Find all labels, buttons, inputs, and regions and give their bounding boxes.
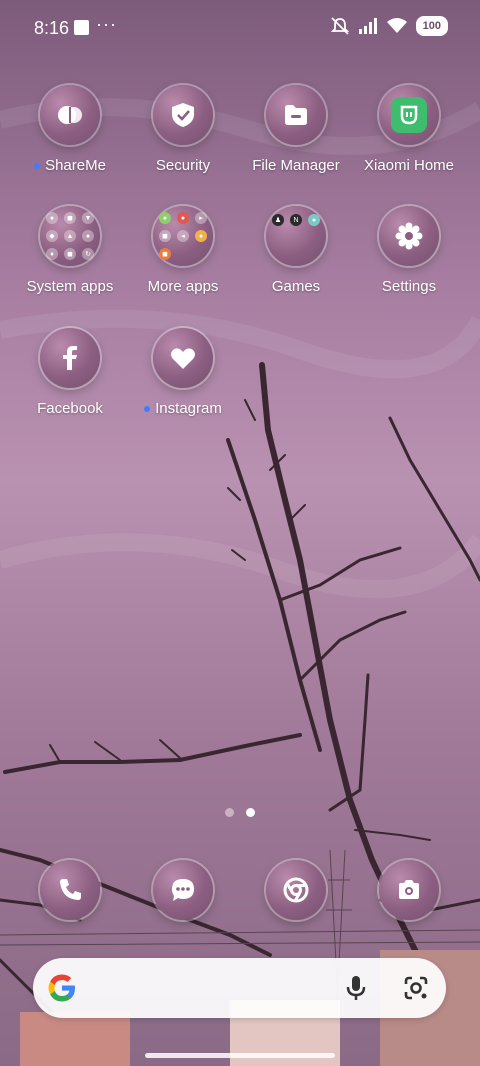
dock-messages[interactable] bbox=[153, 860, 213, 920]
signal-icon bbox=[358, 18, 377, 34]
status-icons: 100 bbox=[330, 16, 448, 36]
microphone-icon[interactable] bbox=[343, 974, 369, 1002]
status-time: 8:16 bbox=[34, 18, 70, 38]
dock-chrome[interactable] bbox=[266, 860, 326, 920]
phone-icon bbox=[60, 879, 81, 900]
folder-grid-icon: ● ● ▸ ◼ ◂ ● ◼ bbox=[153, 206, 213, 266]
app-xiaomi-home[interactable]: Xiaomi Home bbox=[353, 85, 465, 174]
google-lens-icon[interactable] bbox=[403, 975, 429, 1001]
app-instagram[interactable]: Instagram bbox=[127, 328, 239, 417]
app-label: Facebook bbox=[37, 400, 103, 417]
app-security[interactable]: Security bbox=[127, 85, 239, 174]
dock-camera[interactable] bbox=[379, 860, 439, 920]
app-facebook[interactable]: Facebook bbox=[14, 328, 126, 417]
gesture-navigation-bar[interactable] bbox=[145, 1053, 335, 1058]
shareme-icon bbox=[40, 85, 100, 145]
app-label: File Manager bbox=[252, 157, 340, 174]
shield-icon bbox=[153, 85, 213, 145]
folder-games[interactable]: ♟ N ● Games bbox=[240, 206, 352, 295]
page-dot-1[interactable] bbox=[225, 808, 234, 817]
app-label: Games bbox=[271, 278, 321, 295]
page-indicator[interactable] bbox=[0, 808, 480, 817]
wifi-icon bbox=[386, 18, 407, 33]
app-settings[interactable]: Settings bbox=[353, 206, 465, 295]
folder-system-apps[interactable]: ● ◼ ▼ ◆ ▲ ● ♦ ◼ ↻ System apps bbox=[14, 206, 126, 295]
app-label: Security bbox=[155, 157, 211, 174]
heart-icon bbox=[153, 328, 213, 388]
folder-grid-icon: ♟ N ● bbox=[266, 206, 326, 266]
facebook-icon bbox=[40, 328, 100, 388]
xiaomi-home-icon bbox=[379, 85, 439, 145]
page-dot-2[interactable] bbox=[246, 808, 255, 817]
notification-icon bbox=[74, 20, 89, 35]
app-label: Instagram bbox=[127, 400, 239, 417]
app-file-manager[interactable]: File Manager bbox=[240, 85, 352, 174]
chrome-icon bbox=[283, 877, 309, 903]
folder-icon bbox=[266, 85, 326, 145]
messages-icon bbox=[172, 879, 194, 901]
dock-phone[interactable] bbox=[40, 860, 100, 920]
folder-more-apps[interactable]: ● ● ▸ ◼ ◂ ● ◼ More apps bbox=[127, 206, 239, 295]
app-label: Xiaomi Home bbox=[363, 157, 455, 174]
battery-indicator: 100 bbox=[415, 16, 448, 36]
status-bar: 8:16 ··· 100 bbox=[0, 0, 480, 56]
app-label: ShareMe bbox=[14, 157, 126, 174]
silent-icon bbox=[330, 17, 349, 35]
more-notifications-icon: ··· bbox=[96, 14, 117, 34]
app-shareme[interactable]: ShareMe bbox=[14, 85, 126, 174]
app-label: System apps bbox=[26, 278, 114, 295]
camera-icon bbox=[399, 880, 419, 899]
new-indicator-dot bbox=[34, 162, 41, 169]
google-logo-icon bbox=[48, 974, 75, 1002]
folder-grid-icon: ● ◼ ▼ ◆ ▲ ● ♦ ◼ ↻ bbox=[40, 206, 100, 266]
gear-icon bbox=[379, 206, 439, 266]
new-indicator-dot bbox=[144, 405, 151, 412]
app-label: More apps bbox=[147, 278, 219, 295]
google-search-bar[interactable] bbox=[33, 958, 446, 1018]
app-label: Settings bbox=[381, 278, 437, 295]
